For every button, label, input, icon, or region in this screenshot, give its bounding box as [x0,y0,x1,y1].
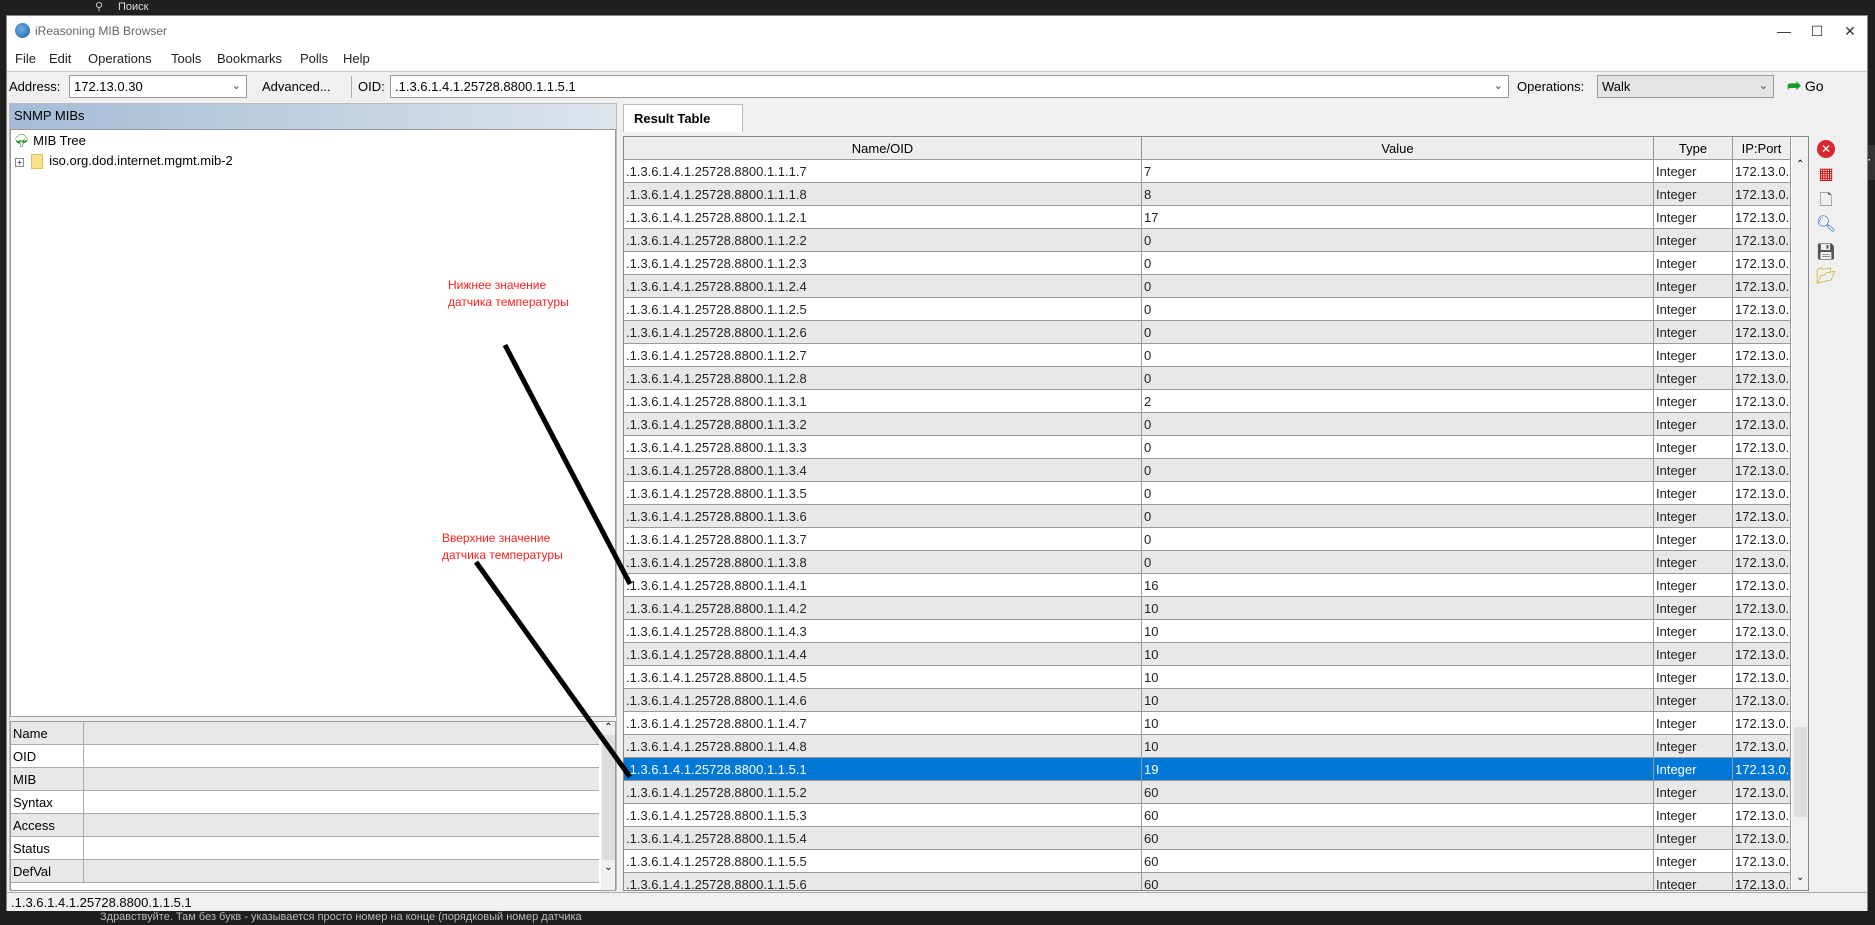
annotation-arrows [473,343,633,779]
pointer-line-upper [473,560,633,779]
pointer-line-lower [502,343,633,586]
chat-message: Здравствуйте. Там без букв - указывается… [100,911,582,923]
